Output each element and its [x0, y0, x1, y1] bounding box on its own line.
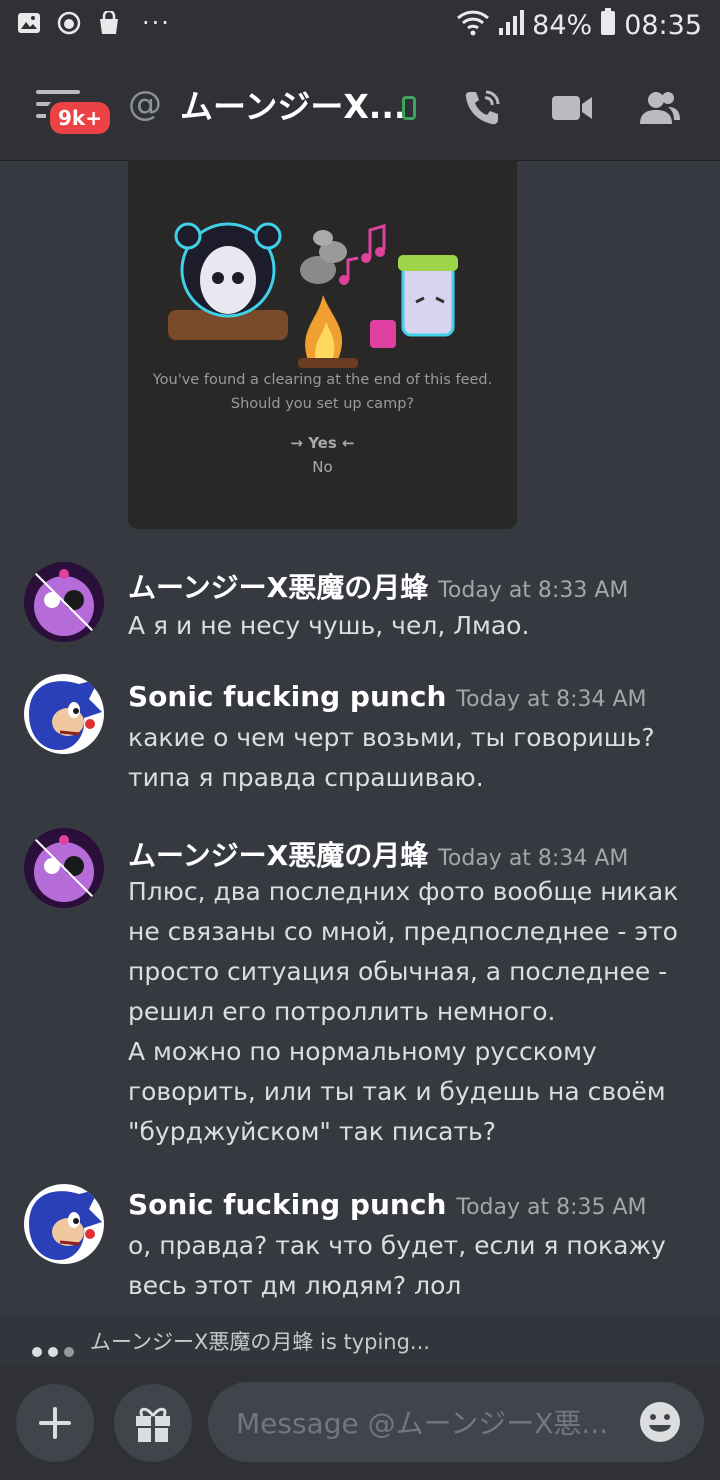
message-line: А я и не несу чушь, чел, Лмао.: [128, 611, 530, 640]
card-line-2: Should you set up camp?: [230, 396, 415, 412]
message-line: просто ситуация обычная, а последнее -: [128, 957, 668, 986]
shopping-bag-icon: [96, 10, 122, 36]
wifi-icon: [456, 8, 490, 43]
message-line: не связаны со мной, предпоследнее - это: [128, 917, 678, 946]
message-line: какие о чем черт возьми, ты говоришь?: [128, 723, 655, 752]
timestamp: Today at 8:34 AM: [456, 687, 647, 712]
author-name[interactable]: ムーンジーX悪魔の月蜂: [128, 839, 428, 872]
typing-text: ムーンジーX悪魔の月蜂 is typing...: [90, 1330, 430, 1354]
channel-header: 9k+ @ ムーンジーX...: [0, 50, 720, 161]
plus-icon: [39, 1407, 71, 1439]
no-option[interactable]: No: [128, 458, 517, 476]
emoji-icon[interactable]: [638, 1400, 682, 1444]
message-line: о, правда? так что будет, если я покажу: [128, 1231, 666, 1260]
video-icon[interactable]: [550, 86, 594, 130]
message-line: весь этот дм людям? лол: [128, 1271, 462, 1300]
message-composer: [0, 1364, 720, 1480]
yes-option[interactable]: → Yes ←: [128, 434, 517, 452]
unread-badge: 9k+: [46, 98, 114, 138]
battery-percent: 84%: [532, 10, 593, 41]
author-name[interactable]: Sonic fucking punch: [128, 1188, 446, 1221]
avatar[interactable]: [24, 562, 104, 642]
card-line-1: You've found a clearing at the end of th…: [152, 372, 493, 388]
status-bar: ··· 84% 08:35: [0, 0, 720, 50]
author-name[interactable]: ムーンジーX悪魔の月蜂: [128, 571, 428, 604]
plus-button[interactable]: [16, 1384, 94, 1462]
message-input[interactable]: [234, 1396, 628, 1450]
gift-icon: [136, 1407, 170, 1442]
avatar[interactable]: [24, 828, 104, 908]
message-input-box[interactable]: [208, 1382, 704, 1462]
more-notifications: ···: [142, 9, 171, 37]
typing-dots-icon: [32, 1338, 80, 1362]
timestamp: Today at 8:33 AM: [438, 578, 629, 603]
clock: 08:35: [624, 10, 702, 41]
message-line: "бурджуйском" так писать?: [128, 1117, 497, 1146]
message-line: говорить, или ты так и будешь на своём: [128, 1077, 666, 1106]
typing-indicator: ムーンジーX悪魔の月蜂 is typing...: [0, 1316, 720, 1364]
avatar[interactable]: [24, 1184, 104, 1264]
channel-title[interactable]: ムーンジーX...: [180, 80, 406, 128]
message-line: типа я правда спрашиваю.: [128, 763, 484, 792]
at-icon: @: [128, 84, 162, 124]
call-icon[interactable]: [460, 86, 504, 130]
gallery-icon: [16, 10, 42, 36]
message-line: Плюс, два последних фото вообще никак: [128, 877, 679, 906]
members-icon[interactable]: [638, 86, 682, 130]
timestamp: Today at 8:35 AM: [456, 1195, 647, 1220]
timestamp: Today at 8:34 AM: [438, 846, 629, 871]
avatar[interactable]: [24, 674, 104, 754]
message-line: А можно по нормальному русскому: [128, 1037, 597, 1066]
author-name[interactable]: Sonic fucking punch: [128, 680, 446, 713]
gift-button[interactable]: [114, 1384, 192, 1462]
phone-status-icon: [402, 96, 416, 120]
battery-icon: [600, 8, 616, 43]
message-line: решил его потроллить немного.: [128, 997, 556, 1026]
end-of-feed-card: You've found a clearing at the end of th…: [128, 160, 517, 529]
app-icon: [56, 10, 82, 36]
signal-icon: [498, 8, 525, 43]
